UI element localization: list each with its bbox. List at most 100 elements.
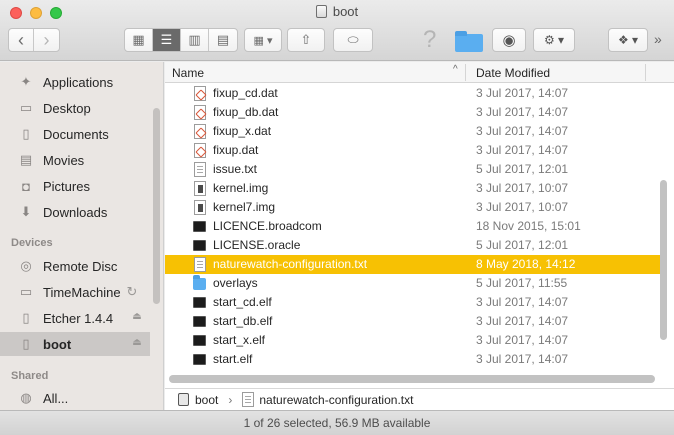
path-bar: boot › naturewatch-configuration.txt bbox=[165, 388, 674, 410]
file-date-modified: 3 Jul 2017, 14:07 bbox=[476, 352, 569, 366]
list-view-button[interactable]: ☰ bbox=[153, 29, 181, 51]
executable-file-icon-glyph bbox=[193, 220, 206, 232]
file-row[interactable]: fixup_cd.dat 3 Jul 2017, 14:07 bbox=[165, 84, 660, 103]
disk-icon bbox=[315, 5, 327, 18]
back-button[interactable]: ‹ bbox=[9, 29, 34, 51]
share-button[interactable]: ⇧ bbox=[287, 28, 325, 52]
executable-file-icon bbox=[193, 218, 206, 234]
file-name: fixup_x.dat bbox=[213, 124, 272, 138]
column-divider[interactable] bbox=[465, 64, 466, 81]
file-date-modified: 8 May 2018, 14:12 bbox=[476, 257, 576, 271]
file-row[interactable]: fixup_x.dat 3 Jul 2017, 14:07 bbox=[165, 122, 660, 141]
shared-heading: Shared bbox=[11, 370, 49, 382]
file-row[interactable]: start_x.elf 3 Jul 2017, 14:07 bbox=[165, 331, 660, 350]
sidebar-scrollbar[interactable] bbox=[153, 108, 160, 304]
file-row[interactable]: kernel7.img 3 Jul 2017, 10:07 bbox=[165, 198, 660, 217]
file-name: kernel.img bbox=[213, 181, 269, 195]
tag-icon: ⬭ bbox=[347, 32, 359, 47]
file-row[interactable]: LICENCE.broadcom 18 Nov 2015, 15:01 bbox=[165, 217, 660, 236]
icon-view-button[interactable]: ▦ bbox=[125, 29, 153, 51]
executable-file-icon bbox=[193, 332, 206, 348]
folder-shortcut-button[interactable] bbox=[455, 31, 483, 52]
downloads-icon: ⬇ bbox=[20, 204, 32, 219]
text-file-icon-glyph bbox=[193, 161, 206, 177]
file-row[interactable]: issue.txt 5 Jul 2017, 12:01 bbox=[165, 160, 660, 179]
sidebar-item-pictures[interactable]: ◘ Pictures bbox=[0, 174, 150, 198]
file-row[interactable]: start_cd.elf 3 Jul 2017, 14:07 bbox=[165, 293, 660, 312]
share-icon: ⇧ bbox=[300, 32, 312, 47]
name-column-header[interactable]: Name bbox=[172, 66, 204, 80]
column-view-icon: ▥ bbox=[188, 32, 201, 47]
forward-button[interactable]: › bbox=[34, 29, 59, 51]
file-row[interactable]: start.elf 3 Jul 2017, 14:07 bbox=[165, 350, 660, 369]
column-header: Name ^ Date Modified bbox=[165, 62, 674, 83]
sidebar-item-applications[interactable]: ✦ Applications bbox=[0, 70, 150, 94]
icon-view-icon: ▦ bbox=[132, 32, 145, 47]
file-row[interactable]: fixup_db.dat 3 Jul 2017, 14:07 bbox=[165, 103, 660, 122]
sidebar-item-etcher-1-4-4[interactable]: ▯ Etcher 1.4.4 ⏏ bbox=[0, 306, 150, 330]
sidebar: ✦ Applications ▭ Desktop ▯ Documents ▤ Movies ◘ P… bbox=[0, 62, 164, 410]
eject-icon[interactable]: ⏏ bbox=[132, 311, 142, 323]
action-button[interactable]: ⚙ ▾ bbox=[533, 28, 575, 52]
file-row[interactable]: start_db.elf 3 Jul 2017, 14:07 bbox=[165, 312, 660, 331]
file-row[interactable]: fixup.dat 3 Jul 2017, 14:07 bbox=[165, 141, 660, 160]
file-name: fixup_cd.dat bbox=[213, 86, 278, 100]
status-bar: 1 of 26 selected, 56.9 MB available bbox=[0, 410, 674, 435]
column-view-button[interactable]: ▥ bbox=[181, 29, 209, 51]
sidebar-item-boot[interactable]: ▯ boot ⏏ bbox=[0, 332, 150, 356]
path-root[interactable]: boot bbox=[195, 393, 218, 407]
status-text: 1 of 26 selected, 56.9 MB available bbox=[243, 416, 431, 430]
file-name: kernel7.img bbox=[213, 200, 276, 214]
file-row[interactable]: naturewatch-configuration.txt 8 May 2018,… bbox=[165, 255, 660, 274]
sidebar-item-label: Applications bbox=[43, 74, 114, 90]
toolbar: boot ‹ › ▦ ☰ ▥ ▤ ▦ ▾ ⇧ ⬭ ? ◉ ⚙ ▾ ❖ ▾ » bbox=[0, 0, 674, 61]
executable-file-icon bbox=[193, 294, 206, 310]
dropbox-button[interactable]: ❖ ▾ bbox=[608, 28, 648, 52]
chevron-right-icon: › bbox=[43, 30, 50, 50]
executable-file-icon-glyph bbox=[193, 334, 206, 346]
network-icon: ◍ bbox=[20, 390, 32, 405]
timemachine-icon: ▭ bbox=[19, 284, 33, 299]
sidebar-item-label: boot bbox=[43, 336, 72, 352]
column-divider[interactable] bbox=[645, 64, 646, 81]
arrange-button[interactable]: ▦ ▾ bbox=[244, 28, 282, 52]
file-date-modified: 18 Nov 2015, 15:01 bbox=[476, 219, 581, 233]
path-file[interactable]: naturewatch-configuration.txt bbox=[259, 393, 413, 407]
sidebar-item-timemachine[interactable]: ▭ TimeMachine ↻ bbox=[0, 280, 150, 304]
executable-file-icon bbox=[193, 237, 206, 253]
file-date-modified: 3 Jul 2017, 10:07 bbox=[476, 200, 569, 214]
path-separator-icon: › bbox=[228, 392, 233, 407]
blue-folder-tab bbox=[455, 31, 467, 36]
file-row[interactable]: overlays 5 Jul 2017, 11:55 bbox=[165, 274, 660, 293]
toolbar-overflow-button[interactable]: » bbox=[654, 31, 662, 47]
sidebar-item-remote-disc[interactable]: ◎ Remote Disc bbox=[0, 254, 150, 278]
file-row[interactable]: LICENSE.oracle 5 Jul 2017, 12:01 bbox=[165, 236, 660, 255]
sidebar-item-label: TimeMachine bbox=[43, 284, 121, 300]
help-icon[interactable]: ? bbox=[423, 26, 436, 54]
cover-flow-button[interactable]: ▤ bbox=[209, 29, 237, 51]
vertical-scrollbar[interactable] bbox=[660, 180, 667, 340]
edit-tags-button[interactable]: ⬭ bbox=[333, 28, 373, 52]
file-date-modified: 3 Jul 2017, 14:07 bbox=[476, 124, 569, 138]
image-file-icon bbox=[193, 199, 206, 215]
disk-icon: ▯ bbox=[22, 336, 30, 351]
file-name: issue.txt bbox=[213, 162, 258, 176]
file-row[interactable]: kernel.img 3 Jul 2017, 10:07 bbox=[165, 179, 660, 198]
file-name: start_db.elf bbox=[213, 314, 273, 328]
horizontal-scrollbar[interactable] bbox=[169, 375, 655, 383]
sidebar-item-downloads[interactable]: ⬇ Downloads bbox=[0, 200, 150, 224]
text-file-icon bbox=[242, 392, 255, 407]
window-title-text: boot bbox=[332, 4, 359, 19]
data-file-icon-glyph bbox=[193, 123, 206, 139]
cover-flow-icon: ▤ bbox=[216, 32, 230, 47]
data-file-icon bbox=[193, 104, 206, 120]
eject-icon[interactable]: ⏏ bbox=[132, 337, 142, 349]
quick-look-button[interactable]: ◉ bbox=[492, 28, 526, 52]
file-name: LICENSE.oracle bbox=[213, 238, 301, 252]
date-modified-column-header[interactable]: Date Modified bbox=[476, 66, 550, 80]
sidebar-item-documents[interactable]: ▯ Documents bbox=[0, 122, 150, 146]
sidebar-item-movies[interactable]: ▤ Movies bbox=[0, 148, 150, 172]
sidebar-item-desktop[interactable]: ▭ Desktop bbox=[0, 96, 150, 120]
sidebar-item-all[interactable]: ◍ All... bbox=[0, 386, 150, 410]
sync-spinner-icon: ↻ bbox=[126, 284, 138, 299]
